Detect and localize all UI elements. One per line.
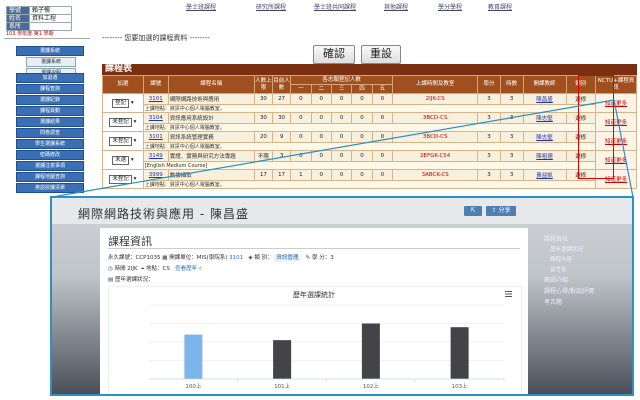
- bar-103上: [450, 327, 469, 379]
- side-menu-item[interactable]: 課程內容: [550, 255, 632, 263]
- card-title: 課程資訊: [108, 235, 152, 248]
- divider: [108, 248, 520, 249]
- course-id: 3101: [229, 255, 244, 261]
- share-icon: ⇪: [491, 207, 497, 214]
- clock-icon: ◷: [108, 266, 113, 272]
- expand-icon: ⇱: [470, 207, 476, 214]
- expand-button[interactable]: ⇱: [464, 206, 482, 216]
- side-menu-item[interactable]: 留言板: [550, 265, 632, 273]
- meta-line-1: 永久課號：CCP1035 ▦ 開課單位：MIS(學院系) 3101 ◈ 類 別：…: [108, 253, 334, 261]
- view-history-link[interactable]: 查看歷年: [175, 266, 197, 272]
- side-menu-item[interactable]: 歷年選課狀況: [550, 245, 632, 253]
- location-icon: ⌖: [141, 266, 145, 272]
- dept: 開課單位：MIS(學院系): [169, 255, 228, 261]
- side-menu-item[interactable]: 課程資訊: [544, 234, 632, 243]
- chart-svg: 歷年選課統計 100上 101上 102上 103上: [149, 290, 512, 390]
- room: 地點：CS: [146, 266, 170, 272]
- course-info-popup: 網際網路技術與應用 - 陳昌盛 ⇱ ⇪ 分享 課程資訊 永久課號：CCP1035…: [50, 196, 634, 396]
- chart-title: 歷年選課統計: [293, 290, 335, 299]
- tag-icon: ◈: [248, 255, 253, 261]
- course-info-card: 課程資訊 永久課號：CCP1035 ▦ 開課單位：MIS(學院系) 3101 ◈…: [100, 228, 528, 394]
- x-tick-label: 103上: [452, 382, 468, 390]
- meta-line-2: ◷ 時間 2IJK ⌖ 地點：CS 查看歷年 ⌕: [108, 264, 202, 273]
- search-icon[interactable]: ⌕: [199, 266, 202, 272]
- x-tick-label: 101上: [274, 382, 290, 390]
- building-icon: ▦: [162, 255, 168, 261]
- credit: 學 分：3: [311, 255, 334, 261]
- side-menu-item[interactable]: 教師介紹: [544, 275, 632, 284]
- chart-menu-icon[interactable]: [505, 291, 512, 297]
- share-button[interactable]: ⇪ 分享: [486, 206, 516, 216]
- course-code: 永久課號：CCP1035: [108, 255, 161, 261]
- chart-icon: ▤: [108, 277, 114, 283]
- popup-header: 網際網路技術與應用 - 陳昌盛 ⇱ ⇪ 分享: [52, 198, 632, 224]
- bar-101上: [273, 340, 292, 379]
- history-label-row: ▤ 歷年選課狀況：: [108, 275, 153, 283]
- side-menu-item[interactable]: 課程心得/對話評價: [544, 286, 632, 295]
- popup-side-menu: 課程資訊 歷年選課狀況 課程內容 留言板 教師介紹 課程心得/對話評價 考古題: [544, 234, 632, 308]
- x-tick-label: 100上: [185, 382, 201, 390]
- bar-102上: [361, 323, 380, 379]
- type-label: 類 別：: [254, 255, 273, 261]
- pencil-icon: ✎: [305, 255, 311, 261]
- history-chart: 歷年選課統計 100上 101上 102上 103上: [108, 286, 522, 394]
- bar-100上: [184, 334, 203, 379]
- history-label: 歷年選課狀況：: [114, 277, 154, 283]
- popup-title: 網際網路技術與應用 - 陳昌盛: [78, 207, 249, 221]
- side-menu-item[interactable]: 考古題: [544, 297, 632, 306]
- time: 時間 2IJK: [114, 266, 138, 272]
- type-tag: 資訊管理: [274, 255, 301, 261]
- share-label: 分享: [498, 207, 511, 214]
- x-tick-label: 102上: [363, 382, 379, 390]
